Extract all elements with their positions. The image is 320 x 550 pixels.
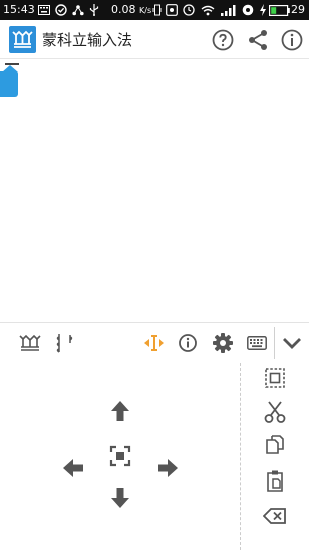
cursor-move-icon[interactable] [143,331,165,355]
status-time: 15:43 [3,3,35,16]
edit-panel [0,363,309,550]
arrow-down-icon[interactable] [107,485,133,511]
app-title: 蒙科立输入法 [42,31,133,49]
arrow-left-icon[interactable] [60,455,86,481]
mongolian-text-icon[interactable] [53,331,77,355]
paste-icon[interactable] [262,468,288,494]
usb-icon [89,3,99,17]
vibrate-icon [152,3,162,17]
screenshot-icon [166,3,178,17]
location-icon [242,3,254,17]
select-center-icon[interactable] [107,443,133,469]
app-logo-icon [9,26,36,53]
share-icon[interactable] [246,28,270,52]
keyboard-notification-icon [38,3,50,17]
arrow-up-icon[interactable] [107,398,133,424]
keyboard-icon[interactable] [246,331,268,355]
cut-icon[interactable] [262,399,288,425]
delete-backspace-icon[interactable] [262,503,288,529]
select-all-icon[interactable] [262,365,288,391]
check-circle-icon [55,3,67,17]
copy-icon[interactable] [262,434,288,460]
chevron-down-icon[interactable] [281,331,303,355]
network-speed: 0.08 K/s [111,3,152,16]
battery-icon [269,3,290,17]
info-circle-icon[interactable] [177,331,199,355]
edit-panel-divider [240,363,241,550]
signal-icon [221,3,237,17]
help-icon[interactable] [211,28,235,52]
text-input-area[interactable] [0,59,309,322]
share-network-icon [72,3,84,17]
status-bar: 15:43 0.08 K/s 29 [0,0,309,20]
keyboard-toolbar [0,322,309,364]
settings-gear-icon[interactable] [211,331,235,355]
wifi-icon [201,3,215,17]
mongolian-logo-icon[interactable] [18,331,42,355]
alarm-icon [183,3,195,17]
arrow-right-icon[interactable] [155,455,181,481]
info-icon[interactable] [280,28,304,52]
battery-level: 29 [291,3,305,16]
charging-icon [259,3,267,17]
cursor-handle[interactable] [0,65,18,97]
toolbar-separator [274,327,275,359]
app-bar: 蒙科立输入法 [0,20,309,59]
